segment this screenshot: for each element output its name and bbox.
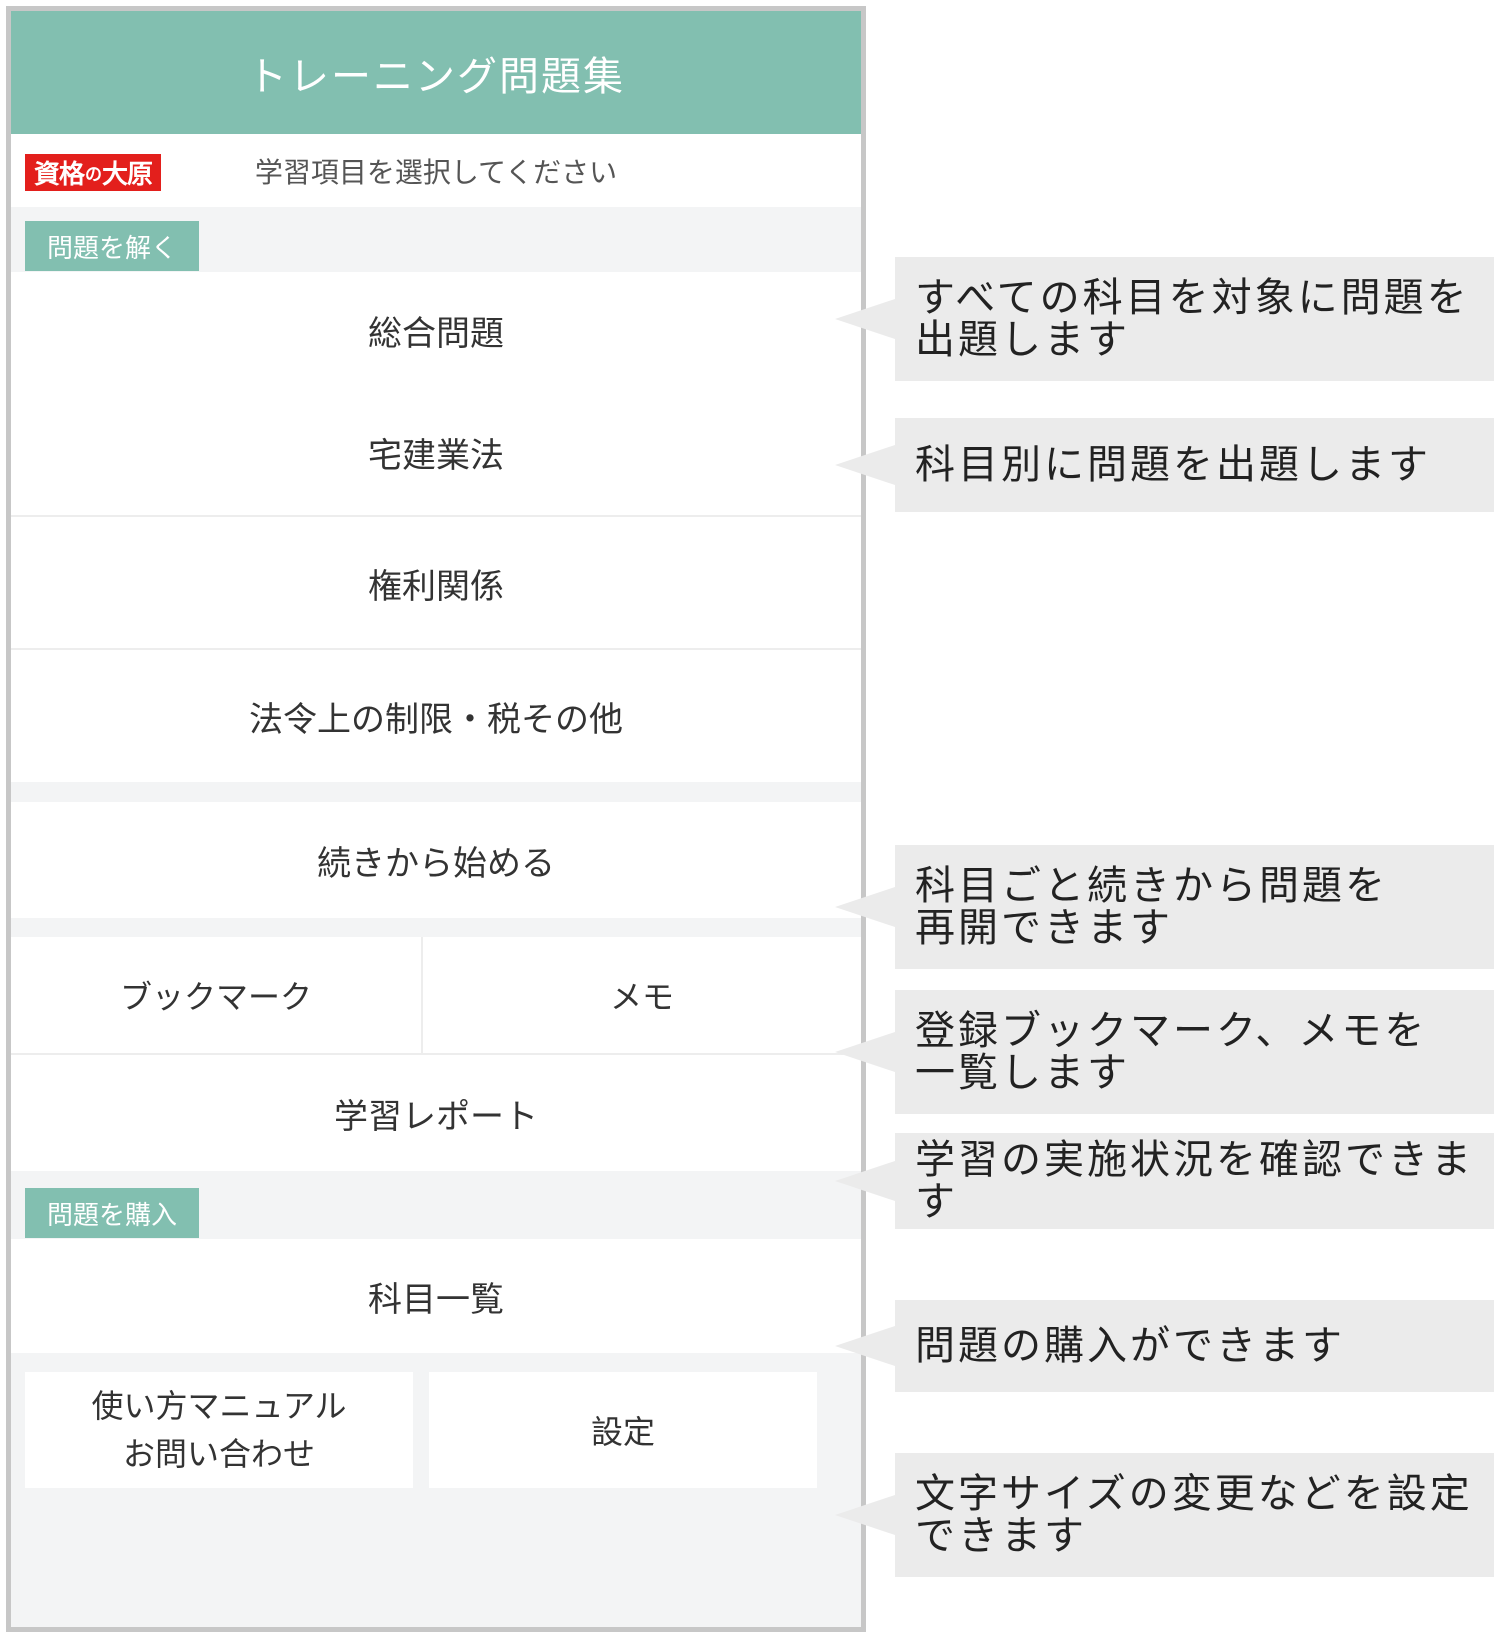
- callout-purchase: 問題の購入ができます: [835, 1300, 1494, 1392]
- callout-text: すべての科目を対象に問題を 出題します: [915, 275, 1470, 363]
- manual-label: 使い方マニュアル: [91, 1387, 347, 1425]
- callout-pointer: [835, 1161, 895, 1201]
- menu-law-limits-button[interactable]: 法令上の制限・税その他: [11, 648, 861, 782]
- callout-settings: 文字サイズの変更などを設定 できます: [835, 1453, 1494, 1577]
- callout-bookmarks: 登録ブックマーク、メモを 一覧します: [835, 990, 1494, 1114]
- contact-label: お問い合わせ: [122, 1435, 315, 1473]
- brand-logo: 資格の大原: [25, 154, 161, 191]
- menu-comprehensive-button[interactable]: 総合問題: [11, 272, 861, 389]
- callout-pointer: [835, 887, 895, 927]
- app-screen: トレーニング問題集 学習項目を選択してください 資格の大原 問題を解く 総合問題…: [6, 6, 866, 1632]
- callout-all-subjects: すべての科目を対象に問題を 出題します: [835, 257, 1494, 381]
- callout-text: 文字サイズの変更などを設定 できます: [915, 1471, 1473, 1559]
- logo-text-part2: の: [85, 165, 102, 185]
- report-button[interactable]: 学習レポート: [11, 1053, 861, 1171]
- callout-text: 科目ごと続きから問題を 再開できます: [915, 863, 1388, 951]
- continue-button[interactable]: 続きから始める: [11, 802, 861, 918]
- callout-text: 科目別に問題を出題します: [915, 442, 1431, 488]
- callout-text: 学習の実施状況を確認できます: [915, 1137, 1474, 1225]
- subheader: 学習項目を選択してください 資格の大原: [11, 134, 861, 207]
- logo-text-part3: 大原: [102, 160, 153, 190]
- callout-resume: 科目ごと続きから問題を 再開できます: [835, 845, 1494, 969]
- callout-pointer: [835, 299, 895, 339]
- app-title: トレーニング問題集: [11, 11, 861, 134]
- menu-rights-button[interactable]: 権利関係: [11, 515, 861, 650]
- menu-takken-button[interactable]: 宅建業法: [11, 389, 861, 515]
- settings-button[interactable]: 設定: [429, 1372, 817, 1488]
- callout-pointer: [835, 445, 895, 485]
- callout-text: 問題の購入ができます: [915, 1323, 1345, 1369]
- section-label-purchase: 問題を購入: [25, 1188, 199, 1238]
- logo-text-part1: 資格: [33, 160, 85, 190]
- manual-contact-button[interactable]: 使い方マニュアル お問い合わせ: [25, 1372, 413, 1488]
- memo-button[interactable]: メモ: [423, 937, 861, 1053]
- callout-pointer: [835, 1326, 895, 1366]
- callout-text: 登録ブックマーク、メモを 一覧します: [915, 1008, 1428, 1096]
- callout-by-subject: 科目別に問題を出題します: [835, 418, 1494, 512]
- callout-report: 学習の実施状況を確認できます: [835, 1133, 1494, 1229]
- subjects-list-button[interactable]: 科目一覧: [11, 1239, 861, 1353]
- callout-pointer: [835, 1032, 895, 1072]
- callout-pointer: [835, 1495, 895, 1535]
- bookmark-button[interactable]: ブックマーク: [11, 937, 421, 1053]
- section-label-solve: 問題を解く: [25, 221, 199, 271]
